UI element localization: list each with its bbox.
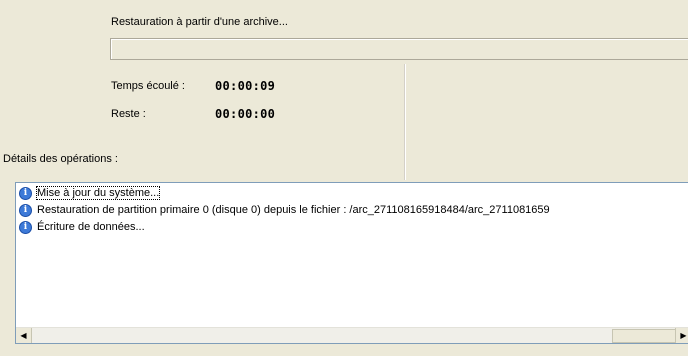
horizontal-scrollbar[interactable]: ◀ ▶ <box>16 327 688 343</box>
info-icon: i <box>19 220 32 234</box>
arrow-right-icon: ▶ <box>680 331 687 340</box>
elapsed-time-label: Temps écoulé : <box>111 80 185 92</box>
operation-details-label: Détails des opérations : <box>3 153 118 165</box>
scroll-left-button[interactable]: ◀ <box>16 328 32 343</box>
info-icon: i <box>19 203 32 217</box>
info-icon: i <box>19 186 32 200</box>
remaining-time-value: 00:00:00 <box>215 107 276 121</box>
operation-title: Restauration à partir d'une archive... <box>111 16 288 28</box>
panel-divider-highlight <box>405 64 406 180</box>
list-item-text: Écriture de données... <box>37 221 145 233</box>
list-item[interactable]: i Écriture de données... <box>16 219 688 235</box>
list-item[interactable]: i Restauration de partition primaire 0 (… <box>16 202 688 218</box>
list-item[interactable]: i Mise à jour du système... <box>16 185 688 201</box>
progress-bar <box>110 38 688 60</box>
list-item-text: Mise à jour du système... <box>35 186 161 200</box>
scroll-thumb[interactable] <box>612 329 676 343</box>
arrow-left-icon: ◀ <box>20 331 27 340</box>
remaining-time-label: Reste : <box>111 108 146 120</box>
elapsed-time-value: 00:00:09 <box>215 79 276 93</box>
list-item-text: Restauration de partition primaire 0 (di… <box>37 204 550 216</box>
scroll-right-button[interactable]: ▶ <box>675 328 688 343</box>
operation-details-list[interactable]: i Mise à jour du système... i Restaurati… <box>15 182 688 344</box>
